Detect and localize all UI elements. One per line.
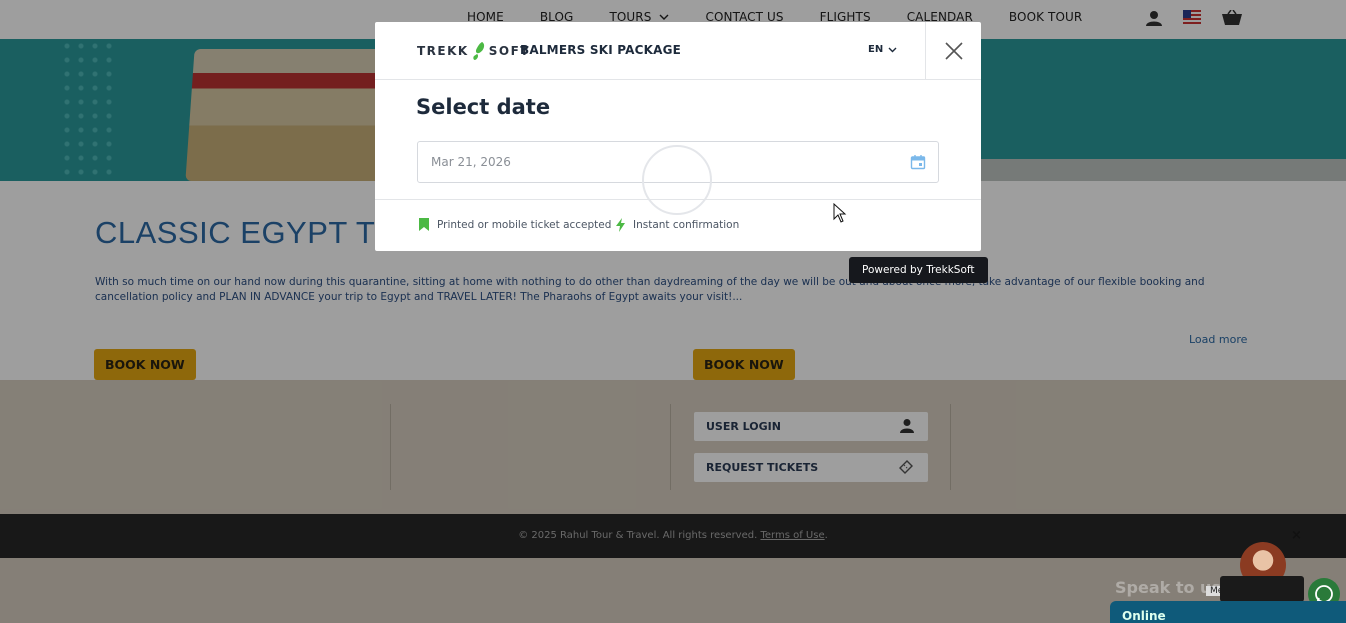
powered-by-tooltip[interactable]: Powered by TrekkSoft (849, 257, 988, 283)
feature-confirmation: Instant confirmation (616, 218, 739, 232)
calendar-icon[interactable] (910, 154, 926, 170)
feature-confirmation-label: Instant confirmation (633, 219, 740, 231)
booking-modal: TREKK SOFT BALMERS SKI PACKAGE EN Select… (375, 22, 981, 251)
language-selector[interactable]: EN (868, 44, 897, 55)
chevron-down-icon (888, 47, 897, 52)
date-value: Mar 21, 2026 (431, 155, 511, 169)
select-date-heading: Select date (416, 95, 551, 119)
mouse-cursor-icon (833, 203, 847, 223)
chat-message-bubble (1220, 576, 1304, 602)
close-icon (944, 42, 963, 60)
chat-close-icon[interactable]: × (1291, 528, 1302, 543)
language-label: EN (868, 44, 884, 55)
trekksoft-logo: TREKK SOFT (417, 41, 530, 61)
modal-footer: Printed or mobile ticket accepted Instan… (375, 199, 981, 251)
feature-ticket-label: Printed or mobile ticket accepted (437, 218, 612, 231)
bookmark-icon (419, 218, 429, 231)
chat-online-bar[interactable]: Online (1110, 601, 1346, 623)
lightning-icon (616, 218, 625, 232)
close-button[interactable] (925, 22, 981, 80)
footprint-icon (473, 42, 484, 60)
logo-text-left: TREKK (417, 44, 469, 58)
feature-ticket: Printed or mobile ticket accepted (419, 218, 611, 231)
package-title: BALMERS SKI PACKAGE (520, 43, 682, 57)
modal-header: TREKK SOFT BALMERS SKI PACKAGE EN (375, 22, 981, 80)
